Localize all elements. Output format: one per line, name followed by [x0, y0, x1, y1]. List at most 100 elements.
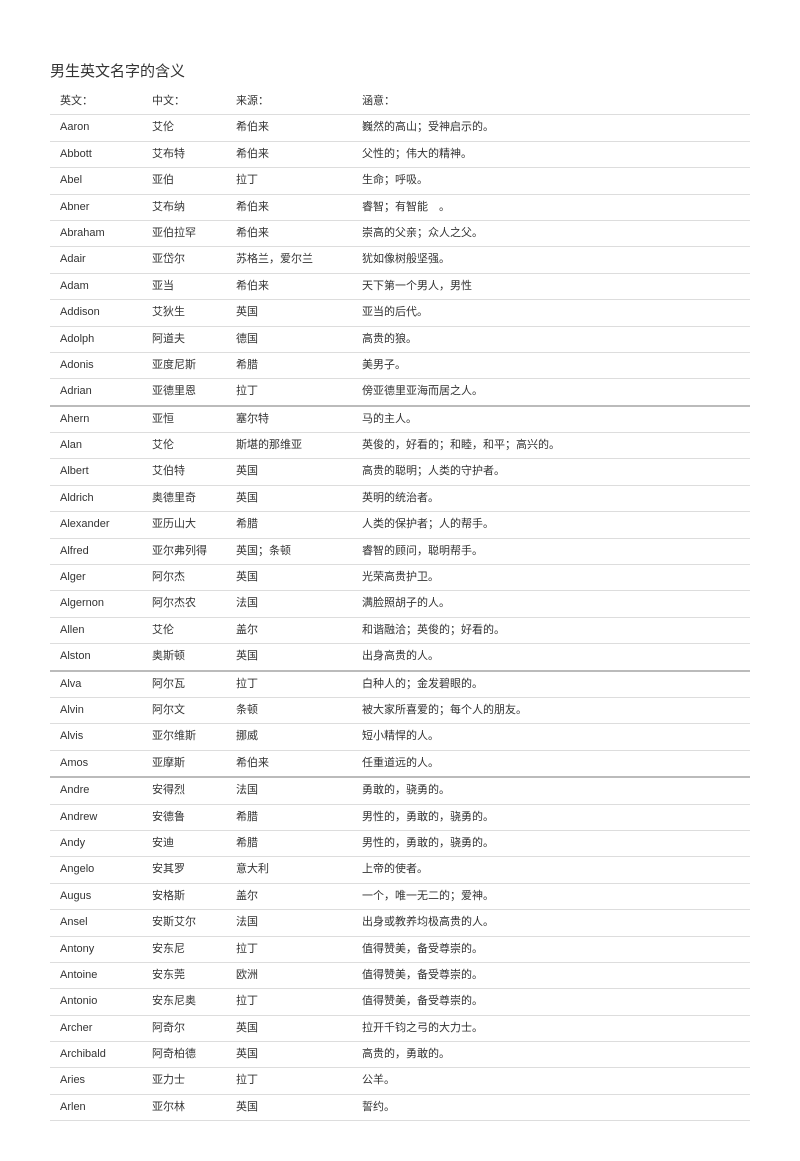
cell-english: Aldrich — [50, 485, 148, 511]
cell-origin: 塞尔特 — [232, 406, 358, 433]
cell-english: Allen — [50, 617, 148, 643]
cell-english: Andrew — [50, 804, 148, 830]
cell-meaning: 男性的，勇敢的，骁勇的。 — [358, 830, 750, 856]
cell-origin: 希伯来 — [232, 115, 358, 141]
cell-english: Addison — [50, 300, 148, 326]
cell-meaning: 美男子。 — [358, 352, 750, 378]
cell-chinese: 安格斯 — [148, 883, 232, 909]
table-row: Alvis亚尔维斯挪威短小精悍的人。 — [50, 724, 750, 750]
table-row: Andre安得烈法国勇敢的，骁勇的。 — [50, 777, 750, 804]
cell-meaning: 高贵的狼。 — [358, 326, 750, 352]
cell-english: Antony — [50, 936, 148, 962]
cell-origin: 希腊 — [232, 804, 358, 830]
cell-meaning: 拉开千钧之弓的大力士。 — [358, 1015, 750, 1041]
cell-english: Adonis — [50, 352, 148, 378]
table-row: Addison艾狄生英国亚当的后代。 — [50, 300, 750, 326]
cell-origin: 希腊 — [232, 352, 358, 378]
table-row: Alvin阿尔文条顿被大家所喜爱的；每个人的朋友。 — [50, 697, 750, 723]
cell-chinese: 安东尼奥 — [148, 989, 232, 1015]
names-table: 英文： 中文： 来源： 涵意： Aaron艾伦希伯来巍然的高山；受神启示的。Ab… — [50, 89, 750, 1121]
cell-meaning: 亚当的后代。 — [358, 300, 750, 326]
table-row: Arlen亚尔林英国誓约。 — [50, 1094, 750, 1120]
table-row: Abner艾布纳希伯来睿智；有智能 。 — [50, 194, 750, 220]
cell-chinese: 艾伦 — [148, 433, 232, 459]
cell-meaning: 勇敢的，骁勇的。 — [358, 777, 750, 804]
cell-english: Alfred — [50, 538, 148, 564]
cell-origin: 法国 — [232, 777, 358, 804]
cell-chinese: 亚度尼斯 — [148, 352, 232, 378]
cell-english: Adair — [50, 247, 148, 273]
cell-origin: 希伯来 — [232, 750, 358, 777]
cell-origin: 条顿 — [232, 697, 358, 723]
cell-origin: 英国 — [232, 1042, 358, 1068]
cell-meaning: 傍亚德里亚海而居之人。 — [358, 379, 750, 406]
cell-chinese: 亚伯拉罕 — [148, 220, 232, 246]
table-row: Alston奥斯顿英国出身高贵的人。 — [50, 644, 750, 671]
table-row: Abraham亚伯拉罕希伯来崇高的父亲；众人之父。 — [50, 220, 750, 246]
cell-english: Aries — [50, 1068, 148, 1094]
table-row: Andrew安德鲁希腊男性的，勇敢的，骁勇的。 — [50, 804, 750, 830]
cell-meaning: 满脸照胡子的人。 — [358, 591, 750, 617]
cell-meaning: 和谐融洽；英俊的；好看的。 — [358, 617, 750, 643]
cell-chinese: 阿道夫 — [148, 326, 232, 352]
cell-english: Alger — [50, 565, 148, 591]
cell-english: Adrian — [50, 379, 148, 406]
table-row: Archibald阿奇柏德英国高贵的，勇敢的。 — [50, 1042, 750, 1068]
table-row: Antony安东尼拉丁值得赞美，备受尊崇的。 — [50, 936, 750, 962]
cell-origin: 苏格兰，爱尔兰 — [232, 247, 358, 273]
cell-chinese: 艾狄生 — [148, 300, 232, 326]
cell-english: Augus — [50, 883, 148, 909]
table-row: Alger阿尔杰英国光荣高贵护卫。 — [50, 565, 750, 591]
cell-english: Algernon — [50, 591, 148, 617]
cell-origin: 挪威 — [232, 724, 358, 750]
table-row: Allen艾伦盖尔和谐融洽；英俊的；好看的。 — [50, 617, 750, 643]
cell-meaning: 高贵的聪明；人类的守护者。 — [358, 459, 750, 485]
table-row: Antoine安东莞欧洲值得赞美，备受尊崇的。 — [50, 962, 750, 988]
cell-english: Antonio — [50, 989, 148, 1015]
table-row: Ansel安斯艾尔法国出身或教养均极高贵的人。 — [50, 910, 750, 936]
table-row: Archer阿奇尔英国拉开千钧之弓的大力士。 — [50, 1015, 750, 1041]
cell-origin: 意大利 — [232, 857, 358, 883]
cell-english: Adolph — [50, 326, 148, 352]
cell-chinese: 亚德里恩 — [148, 379, 232, 406]
cell-meaning: 白种人的；金发碧眼的。 — [358, 671, 750, 698]
table-row: Aaron艾伦希伯来巍然的高山；受神启示的。 — [50, 115, 750, 141]
cell-origin: 英国 — [232, 644, 358, 671]
header-meaning: 涵意： — [358, 89, 750, 115]
cell-origin: 盖尔 — [232, 883, 358, 909]
cell-english: Alvis — [50, 724, 148, 750]
cell-chinese: 阿尔文 — [148, 697, 232, 723]
cell-meaning: 公羊。 — [358, 1068, 750, 1094]
cell-origin: 英国 — [232, 459, 358, 485]
cell-meaning: 任重道远的人。 — [358, 750, 750, 777]
header-chinese: 中文： — [148, 89, 232, 115]
cell-meaning: 一个，唯一无二的；爱神。 — [358, 883, 750, 909]
cell-english: Abraham — [50, 220, 148, 246]
cell-origin: 拉丁 — [232, 379, 358, 406]
cell-origin: 英国 — [232, 485, 358, 511]
cell-chinese: 亚当 — [148, 273, 232, 299]
table-row: Antonio安东尼奥拉丁值得赞美，备受尊崇的。 — [50, 989, 750, 1015]
cell-origin: 希伯来 — [232, 194, 358, 220]
cell-chinese: 安东莞 — [148, 962, 232, 988]
cell-english: Angelo — [50, 857, 148, 883]
cell-meaning: 值得赞美，备受尊崇的。 — [358, 989, 750, 1015]
cell-origin: 英国；条顿 — [232, 538, 358, 564]
table-row: Alexander亚历山大希腊人类的保护者；人的帮手。 — [50, 512, 750, 538]
cell-origin: 法国 — [232, 591, 358, 617]
table-row: Andy安迪希腊男性的，勇敢的，骁勇的。 — [50, 830, 750, 856]
cell-chinese: 亚尔维斯 — [148, 724, 232, 750]
cell-meaning: 高贵的，勇敢的。 — [358, 1042, 750, 1068]
cell-english: Antoine — [50, 962, 148, 988]
cell-chinese: 亚恒 — [148, 406, 232, 433]
cell-origin: 拉丁 — [232, 936, 358, 962]
cell-meaning: 马的主人。 — [358, 406, 750, 433]
cell-origin: 拉丁 — [232, 671, 358, 698]
cell-english: Archibald — [50, 1042, 148, 1068]
table-row: Augus安格斯盖尔一个，唯一无二的；爱神。 — [50, 883, 750, 909]
table-row: Alva阿尔瓦拉丁白种人的；金发碧眼的。 — [50, 671, 750, 698]
table-row: Albert艾伯特英国高贵的聪明；人类的守护者。 — [50, 459, 750, 485]
cell-english: Abner — [50, 194, 148, 220]
cell-meaning: 值得赞美，备受尊崇的。 — [358, 962, 750, 988]
cell-english: Alan — [50, 433, 148, 459]
